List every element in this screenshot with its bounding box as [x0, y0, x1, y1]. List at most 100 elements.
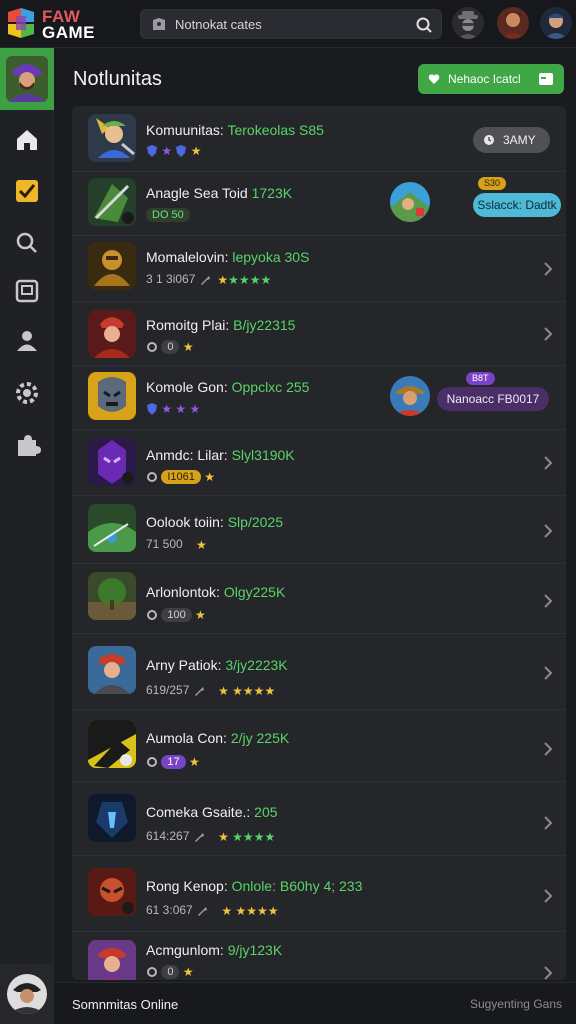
chevron-right-icon[interactable]	[542, 742, 554, 756]
row-title: Rong Kenop: Onlole: B60hy 4; 233	[146, 878, 363, 894]
row-title: Romoitg Plai: B/jy22315	[146, 317, 296, 333]
primary-action-label: Nehaoc Icatcl	[448, 72, 521, 86]
page-title: Notlunitas	[73, 68, 162, 90]
chevron-right-icon[interactable]	[542, 262, 554, 276]
row-meta: ★ ★	[146, 143, 202, 158]
avatar	[6, 56, 48, 102]
gear-icon[interactable]	[12, 378, 42, 408]
status-badge[interactable]: 3AMY	[473, 127, 550, 153]
rating-stars: ★★★★	[228, 829, 276, 844]
spy-avatar-icon[interactable]	[452, 7, 484, 39]
search-input[interactable]: Notnokat cates	[175, 17, 262, 32]
rating-stars: ★ ★★★★	[218, 683, 276, 698]
star-icon: ★	[195, 607, 206, 622]
row-title: Arlonlontok: Olgy225K	[146, 584, 286, 600]
list-item[interactable]: Arlonlontok: Olgy225K 100 ★	[72, 564, 566, 634]
game-thumbnail	[88, 178, 136, 226]
list-item[interactable]: Komuunitas: Terokeolas S85 ★ ★ 3AMY	[72, 106, 566, 172]
rating-stars: ★★★★	[228, 272, 272, 287]
status-badge[interactable]: Nanoacc FB0017	[437, 387, 549, 411]
list-item[interactable]: Arny Patiok: 3/jy2223K 619/257 ★ ★★★★	[72, 634, 566, 710]
row-title: Momalelovin: lepyoka 30S	[146, 249, 310, 265]
game-thumbnail	[88, 794, 136, 842]
primary-action-button[interactable]: Nehaoc Icatcl	[418, 64, 564, 94]
settings-small-icon	[147, 341, 157, 352]
game-thumbnail	[88, 868, 136, 916]
search-bar[interactable]: Notnokat cates	[140, 9, 442, 39]
profile-icon[interactable]	[12, 326, 42, 356]
list-item[interactable]: Anmdc: Lilar: Slyl3190K I1061 ★	[72, 430, 566, 496]
meta-pill: 0	[161, 339, 180, 354]
chevron-right-icon[interactable]	[542, 594, 554, 608]
chevron-right-icon[interactable]	[542, 666, 554, 680]
sidebar	[0, 48, 54, 1024]
list-item[interactable]: Momalelovin: lepyoka 30S 3 1 3i067 ★★★★★	[72, 236, 566, 302]
tag-icon	[153, 18, 165, 30]
shield-icon	[147, 402, 157, 415]
game-thumbnail	[88, 438, 136, 486]
game-thumbnail	[88, 310, 136, 358]
list-item[interactable]: Komole Gon: Oppclxc 255 ★ ★ ★ B8T Nanoac…	[72, 366, 566, 430]
friend-avatar[interactable]	[390, 376, 430, 416]
row-title: Komuunitas: Terokeolas S85	[146, 122, 324, 138]
sidebar-user[interactable]	[0, 48, 54, 110]
game-thumbnail	[88, 720, 136, 768]
meta-pill: DO 50	[146, 207, 190, 222]
meta-pill: 100	[161, 607, 192, 622]
search-nav-icon[interactable]	[12, 228, 42, 258]
status-badge[interactable]: Sslacck: Dadtk	[473, 193, 561, 217]
star-icon: ★	[161, 143, 173, 158]
list-item[interactable]: Oolook toiin: Slp/2025 71 500 ★	[72, 496, 566, 564]
profile-avatar[interactable]	[540, 7, 572, 39]
row-meta: DO 50	[146, 207, 190, 222]
row-meta: 71 500 ★	[146, 537, 207, 552]
puzzle-icon[interactable]	[12, 430, 42, 460]
status-badge-label: 3AMY	[503, 133, 536, 147]
row-meta: 619/257 ★ ★★★★	[146, 683, 276, 698]
chevron-right-icon[interactable]	[542, 966, 554, 980]
clock-icon	[484, 135, 494, 145]
chevron-right-icon[interactable]	[542, 456, 554, 470]
community-list: Komuunitas: Terokeolas S85 ★ ★ 3AMY Anag…	[72, 106, 566, 980]
star-icon: ★	[182, 339, 194, 354]
app-logo[interactable]: FAW GAME	[8, 6, 108, 42]
tool-icon	[198, 906, 208, 916]
online-status[interactable]: Somnmitas Online	[72, 997, 178, 1012]
list-item[interactable]: Rong Kenop: Onlole: B60hy 4; 233 61 3:06…	[72, 856, 566, 932]
sidebar-bottom-user[interactable]	[0, 964, 54, 1024]
row-title: Aumola Con: 2/jy 225K	[146, 730, 290, 746]
tool-icon	[194, 832, 204, 842]
list-item[interactable]: Acmgunlom: 9/jy123K 0 ★	[72, 932, 566, 980]
user-avatar[interactable]	[497, 7, 529, 39]
row-title: Oolook toiin: Slp/2025	[146, 514, 283, 530]
list-item[interactable]: Romoitg Plai: B/jy22315 0 ★	[72, 302, 566, 366]
row-meta: 61 3:067 ★ ★★★★	[146, 903, 279, 918]
star-icon: ★	[196, 537, 207, 552]
list-item[interactable]: Comeka Gsaite.: 205 614:267 ★ ★★★★	[72, 782, 566, 856]
settings-small-icon	[147, 756, 157, 767]
friend-avatar[interactable]	[390, 182, 430, 222]
star-icon: ★	[217, 272, 229, 287]
search-icon[interactable]	[415, 16, 433, 34]
settings-small-icon	[147, 609, 157, 620]
meta-pill: I1061	[161, 469, 201, 484]
settings-small-icon	[147, 966, 157, 977]
list-item[interactable]: Anagle Sea Toid 1723K DO 50 S30 Sslacck:…	[72, 172, 566, 236]
suggestions-link[interactable]: Sugyenting Gans	[470, 997, 562, 1011]
game-thumbnail	[88, 372, 136, 420]
checkbox-icon[interactable]	[12, 176, 42, 206]
row-meta: 0 ★	[146, 339, 194, 354]
chevron-right-icon[interactable]	[542, 816, 554, 830]
home-icon[interactable]	[12, 125, 42, 155]
chevron-right-icon[interactable]	[542, 327, 554, 341]
inbox-icon[interactable]	[12, 276, 42, 306]
mini-badge: S30	[478, 177, 507, 190]
chevron-right-icon[interactable]	[542, 524, 554, 538]
rating-stars: ★ ★ ★	[161, 401, 201, 416]
chevron-right-icon[interactable]	[542, 889, 554, 903]
list-item[interactable]: Aumola Con: 2/jy 225K 17 ★	[72, 710, 566, 782]
star-icon: ★	[190, 143, 202, 158]
star-icon: ★	[188, 754, 200, 769]
game-thumbnail	[88, 646, 136, 694]
row-title: Comeka Gsaite.: 205	[146, 804, 278, 820]
